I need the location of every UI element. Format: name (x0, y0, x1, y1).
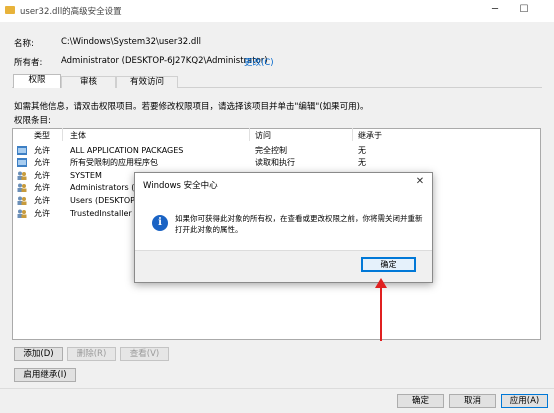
column-separator (249, 128, 250, 141)
row-principal: TrustedInstaller (70, 209, 132, 218)
tab-auditing[interactable]: 审核 (61, 76, 116, 88)
column-access[interactable]: 访问 (255, 130, 271, 141)
row-principal: Users (DESKTOP-6 (70, 196, 143, 205)
column-inherited-from[interactable]: 继承于 (358, 130, 382, 141)
close-icon[interactable]: ✕ (412, 176, 428, 190)
row-type: 允许 (34, 196, 50, 205)
instructions-text: 如需其他信息，请双击权限项目。若要修改权限项目，请选择该项目并单击"编辑"(如果… (14, 102, 369, 112)
row-type: 允许 (34, 158, 50, 167)
row-principal: 所有受限制的应用程序包 (70, 158, 158, 167)
column-separator (352, 128, 353, 141)
title-bar: user32.dll的高级安全设置 ─ ☐ (0, 0, 554, 22)
maximize-button[interactable]: ☐ (509, 0, 539, 20)
column-separator (62, 128, 63, 141)
dialog-message: 如果你可获得此对象的所有权，在查看或更改权限之前，你将需关闭并重新打开此对象的属… (175, 214, 423, 234)
users-icon (17, 196, 27, 205)
dialog-title: Windows 安全中心 (143, 181, 218, 191)
package-icon (17, 158, 27, 167)
folder-icon (5, 6, 15, 14)
tab-effective-access[interactable]: 有效访问 (116, 76, 178, 88)
tab-permissions[interactable]: 权限 (13, 74, 61, 88)
name-label: 名称: (14, 39, 34, 49)
row-principal: Administrators (D (70, 183, 141, 192)
entries-label: 权限条目: (14, 116, 51, 126)
windows-security-dialog: Windows 安全中心 ✕ i 如果你可获得此对象的所有权，在查看或更改权限之… (134, 172, 433, 283)
row-principal: ALL APPLICATION PACKAGES (70, 146, 184, 155)
row-principal: SYSTEM (70, 171, 102, 180)
info-icon: i (152, 215, 168, 231)
list-header: 类型 主体 访问 继承于 (12, 128, 541, 141)
row-access: 读取和执行 (255, 158, 295, 167)
dialog-ok-button[interactable]: 确定 (361, 257, 416, 272)
cancel-button[interactable]: 取消 (449, 394, 496, 408)
row-inherited: 无 (358, 146, 366, 155)
change-owner-link[interactable]: 更改(C) (244, 56, 274, 68)
window-title: user32.dll的高级安全设置 (20, 7, 122, 17)
ok-button[interactable]: 确定 (397, 394, 444, 408)
footer-divider (0, 388, 554, 389)
table-row[interactable]: 允许 所有受限制的应用程序包 读取和执行 无 (13, 157, 540, 168)
row-type: 允许 (34, 209, 50, 218)
column-principal[interactable]: 主体 (70, 130, 86, 141)
owner-value: Administrator (DESKTOP-6J27KQ2\Administr… (61, 56, 268, 66)
remove-button[interactable]: 删除(R) (67, 347, 116, 361)
users-icon (17, 209, 27, 218)
row-access: 完全控制 (255, 146, 287, 155)
row-type: 允许 (34, 171, 50, 180)
row-inherited: 无 (358, 158, 366, 167)
package-icon (17, 146, 27, 155)
owner-label: 所有者: (14, 58, 43, 68)
name-value: C:\Windows\System32\user32.dll (61, 37, 202, 47)
view-button[interactable]: 查看(V) (120, 347, 169, 361)
minimize-button[interactable]: ─ (480, 0, 510, 20)
users-icon (17, 171, 27, 180)
apply-button[interactable]: 应用(A) (501, 394, 548, 408)
add-button[interactable]: 添加(D) (14, 347, 63, 361)
table-row[interactable]: 允许 ALL APPLICATION PACKAGES 完全控制 无 (13, 145, 540, 156)
column-type[interactable]: 类型 (34, 130, 50, 141)
row-type: 允许 (34, 183, 50, 192)
annotation-arrow (380, 286, 382, 341)
dialog-footer: 确定 (135, 250, 432, 282)
row-type: 允许 (34, 146, 50, 155)
enable-inheritance-button[interactable]: 启用继承(I) (14, 368, 76, 382)
users-icon (17, 183, 27, 192)
